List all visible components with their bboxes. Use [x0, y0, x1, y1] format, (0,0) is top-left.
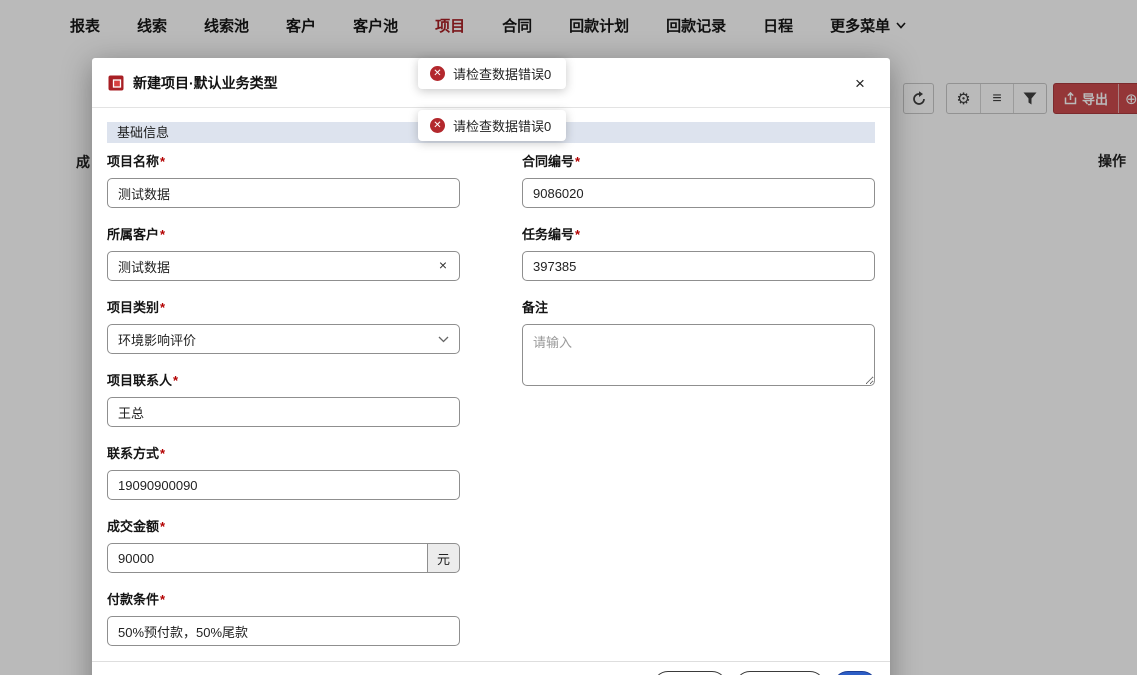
modal-footer	[92, 661, 890, 675]
field-contact: 项目联系人*	[107, 370, 460, 427]
contract-no-label: 合同编号	[522, 154, 575, 169]
project-name-label: 项目名称	[107, 154, 160, 169]
phone-label: 联系方式	[107, 446, 160, 461]
category-selected-value: 环境影响评价	[118, 332, 197, 348]
error-toast: ✕ 请检查数据错误0	[418, 110, 566, 141]
category-select[interactable]: 环境影响评价	[107, 324, 460, 354]
amount-input[interactable]	[107, 543, 428, 573]
task-no-input[interactable]	[522, 251, 875, 281]
category-label: 项目类别	[107, 300, 160, 315]
field-customer: 所属客户* ×	[107, 224, 460, 281]
modal-body: 基础信息 项目名称* 所属客户* × 项目类别*	[92, 108, 890, 662]
required-mark: *	[160, 519, 166, 534]
required-mark: *	[160, 227, 166, 242]
amount-label: 成交金额	[107, 519, 160, 534]
required-mark: *	[575, 154, 581, 169]
field-project-name: 项目名称*	[107, 151, 460, 208]
form-column-right: 合同编号* 任务编号* 备注	[522, 151, 875, 662]
required-mark: *	[160, 446, 166, 461]
error-toast: ✕ 请检查数据错误0	[418, 58, 566, 89]
payment-terms-label: 付款条件	[107, 592, 160, 607]
close-icon[interactable]: ×	[850, 74, 870, 94]
customer-label: 所属客户	[107, 227, 160, 242]
chevron-down-icon	[438, 336, 449, 342]
modal-title: 新建项目·默认业务类型	[133, 74, 278, 91]
footer-button-2[interactable]	[735, 671, 825, 675]
project-name-input[interactable]	[107, 178, 460, 208]
form-grid: 项目名称* 所属客户* × 项目类别* 环境影响评价	[107, 151, 875, 662]
field-amount: 成交金额* 元	[107, 516, 460, 573]
task-no-label: 任务编号	[522, 227, 575, 242]
clear-icon[interactable]: ×	[435, 257, 451, 273]
remark-textarea[interactable]	[522, 324, 875, 386]
amount-unit-addon: 元	[428, 543, 460, 573]
customer-input[interactable]	[107, 251, 460, 281]
phone-input[interactable]	[107, 470, 460, 500]
contact-input[interactable]	[107, 397, 460, 427]
contract-no-input[interactable]	[522, 178, 875, 208]
field-remark: 备注	[522, 297, 875, 391]
field-phone: 联系方式*	[107, 443, 460, 500]
footer-button-1[interactable]	[653, 671, 727, 675]
required-mark: *	[173, 373, 179, 388]
required-mark: *	[160, 300, 166, 315]
contact-label: 项目联系人	[107, 373, 173, 388]
remark-label: 备注	[522, 300, 549, 315]
error-icon: ✕	[430, 118, 445, 133]
footer-primary-button[interactable]	[833, 671, 877, 675]
required-mark: *	[160, 154, 166, 169]
error-icon: ✕	[430, 66, 445, 81]
new-project-modal: 新建项目·默认业务类型 × 基础信息 项目名称* 所属客户* ×	[92, 58, 890, 675]
toast-message: 请检查数据错误0	[453, 119, 552, 134]
field-task-no: 任务编号*	[522, 224, 875, 281]
toast-message: 请检查数据错误0	[453, 67, 552, 82]
required-mark: *	[575, 227, 581, 242]
form-column-left: 项目名称* 所属客户* × 项目类别* 环境影响评价	[107, 151, 460, 662]
field-payment-terms: 付款条件*	[107, 589, 460, 646]
project-form-icon	[108, 75, 124, 90]
field-contract-no: 合同编号*	[522, 151, 875, 208]
payment-terms-input[interactable]	[107, 616, 460, 646]
required-mark: *	[160, 592, 166, 607]
field-category: 项目类别* 环境影响评价	[107, 297, 460, 354]
